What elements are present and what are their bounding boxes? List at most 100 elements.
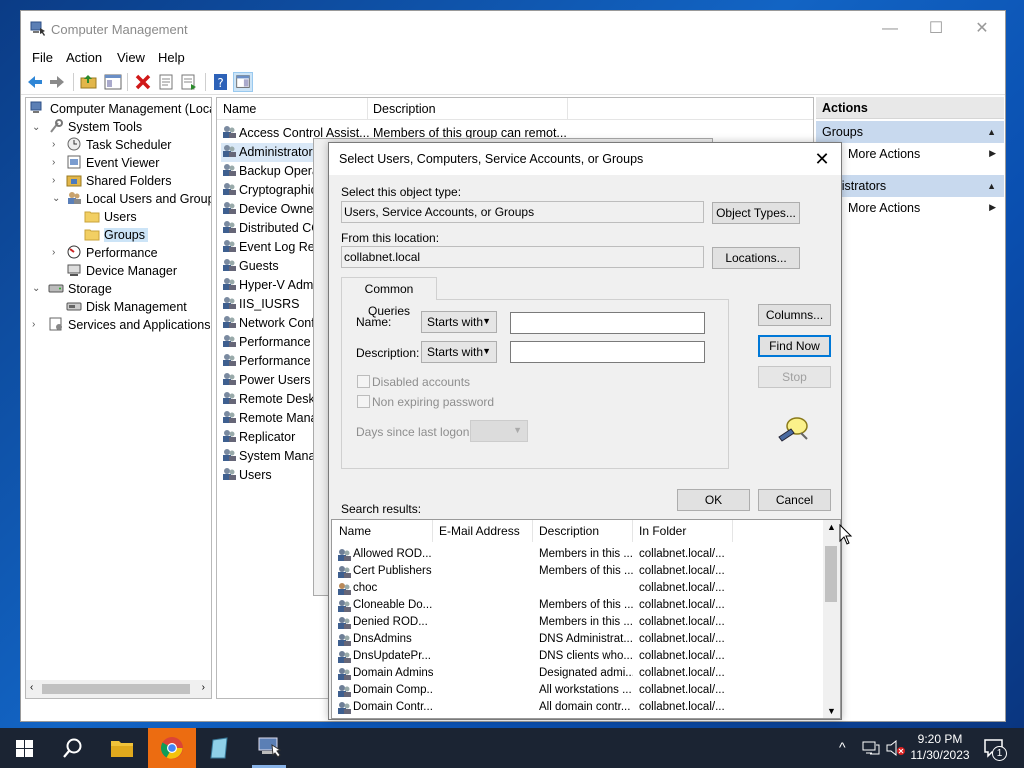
list-item[interactable]: Remote Deskto [221,390,325,409]
table-row[interactable]: Allowed ROD... Members in this ... collabn… [336,546,826,563]
collapse-chevron-icon[interactable]: ⌄ [32,283,40,294]
show-hidden-icons-chevron-icon[interactable]: ^ [839,739,846,755]
scroll-left-icon[interactable]: ‹ [30,682,33,693]
expand-chevron-icon[interactable]: › [52,139,55,150]
expand-chevron-icon[interactable]: › [32,319,35,330]
more-actions-administrators[interactable]: More Actions ▶ [816,199,1004,219]
locations-button[interactable]: Locations... [712,247,800,269]
list-item[interactable]: Hyper-V Admi [221,276,316,295]
tree-item-shared-folders[interactable]: Shared Folders [66,172,171,190]
dialog-title-bar[interactable]: Select Users, Computers, Service Account… [329,143,841,175]
list-item[interactable]: Network Confi [221,314,318,333]
minimize-button[interactable]: — [867,11,913,47]
table-row[interactable]: DnsUpdatePr... DNS clients who... collabne… [336,648,826,665]
menu-action[interactable]: Action [66,50,102,65]
tree-horizontal-scrollbar[interactable]: ‹ › [26,680,211,698]
tree-item-task-scheduler[interactable]: Task Scheduler [66,136,171,154]
taskbar-date[interactable]: 11/30/2023 [910,748,970,762]
tree-item-computer-management[interactable]: Computer Management (Local [30,100,211,118]
show-action-pane-icon[interactable] [233,72,253,92]
forward-arrow-icon[interactable] [47,72,67,92]
close-button[interactable]: ✕ [959,11,1005,47]
tree-item-performance[interactable]: Performance [66,244,158,262]
tab-common-queries[interactable]: Common Queries [341,277,437,318]
tree-item-storage[interactable]: Storage [48,280,112,298]
taskbar-time[interactable]: 9:20 PM [910,732,970,746]
dialog-close-icon[interactable]: ✕ [809,147,835,171]
properties-icon[interactable] [156,72,176,92]
collapse-chevron-icon[interactable]: ⌄ [32,122,40,133]
actions-group-administrators[interactable]: inistrators ▲ [816,175,1004,197]
list-item[interactable]: Users [221,466,272,485]
expand-chevron-icon[interactable]: › [52,175,55,186]
scroll-up-icon[interactable]: ▲ [827,522,836,532]
results-column-name[interactable]: Name [339,524,371,538]
non-expiring-password-checkbox[interactable] [357,395,370,408]
windows-start-icon[interactable] [16,740,33,757]
table-row[interactable]: DnsAdmins DNS Administrat... collabnet.loc… [336,631,826,648]
actions-group-groups[interactable]: Groups ▲ [816,121,1004,143]
scroll-right-icon[interactable]: › [202,682,205,693]
list-item[interactable]: Device Owners [221,200,324,219]
export-list-icon[interactable] [179,72,199,92]
more-actions-groups[interactable]: More Actions ▶ [816,145,1004,165]
title-bar[interactable]: Computer Management — ☐ ✕ [21,11,1005,47]
results-vertical-scrollbar[interactable]: ▲ ▼ [823,520,840,718]
list-item[interactable]: IIS_IUSRS [221,295,299,314]
search-icon[interactable] [62,737,84,759]
tree-item-device-manager[interactable]: Device Manager [66,262,177,280]
list-item[interactable]: Remote Mana [221,409,318,428]
menu-file[interactable]: File [32,50,53,65]
list-item[interactable]: Cryptographic [221,181,317,200]
results-column-description[interactable]: Description [539,524,599,538]
cancel-button[interactable]: Cancel [758,489,831,511]
list-item[interactable]: Distributed CO [221,219,321,238]
collapse-chevron-icon[interactable]: ⌄ [52,193,60,204]
tree-item-event-viewer[interactable]: Event Viewer [66,154,159,172]
show-hide-tree-icon[interactable] [103,72,123,92]
table-row[interactable]: Domain Admins Designated admi... collabnet… [336,665,826,682]
list-item[interactable]: System Manag [221,447,322,466]
scroll-thumb[interactable] [42,684,190,694]
column-header-name[interactable]: Name [223,102,256,116]
up-folder-icon[interactable] [79,72,99,92]
delete-icon[interactable] [133,72,153,92]
stop-button[interactable]: Stop [758,366,831,388]
table-row[interactable]: Cloneable Do... Members of this ... collab… [336,597,826,614]
description-input[interactable] [510,341,705,363]
tree-item-disk-management[interactable]: Disk Management [66,298,187,316]
name-input[interactable] [510,312,705,334]
menu-view[interactable]: View [117,50,145,65]
table-row[interactable]: choc collabnet.local/... [336,580,826,597]
list-item[interactable]: Replicator [221,428,295,447]
maximize-button[interactable]: ☐ [913,11,959,47]
days-since-logon-dropdown[interactable]: ▼ [470,420,528,442]
expand-chevron-icon[interactable]: › [52,247,55,258]
help-icon[interactable]: ? [211,72,231,92]
table-row[interactable]: Domain Comp... All workstations ... collab… [336,682,826,699]
table-row[interactable]: Domain Contr... All domain contr... collab… [336,699,826,716]
tree-item-system-tools[interactable]: System Tools [48,118,142,136]
tree-item-services-and-applications[interactable]: Services and Applications [48,316,210,334]
list-item[interactable]: Administrators [221,143,319,162]
ok-button[interactable]: OK [677,489,750,511]
chrome-taskbar-button[interactable] [148,728,196,768]
list-item[interactable]: Power Users [221,371,311,390]
disabled-accounts-checkbox[interactable] [357,375,370,388]
results-column-email[interactable]: E-Mail Address [439,524,520,538]
list-item[interactable]: Guests [221,257,279,276]
collapse-triangle-icon[interactable]: ▲ [987,175,996,197]
list-item[interactable]: Performance M [221,352,324,371]
tree-item-users[interactable]: Users [84,208,137,226]
collapse-triangle-icon[interactable]: ▲ [987,121,996,143]
back-arrow-icon[interactable] [25,72,45,92]
list-item[interactable]: Event Log Rea [221,238,322,257]
object-types-button[interactable]: Object Types... [712,202,800,224]
find-now-button[interactable]: Find Now [758,335,831,357]
tree-item-groups[interactable]: Groups [84,226,148,244]
table-row[interactable]: Denied ROD... Members in this ... collabne… [336,614,826,631]
notepad-app-icon[interactable] [208,736,232,760]
results-column-folder[interactable]: In Folder [639,524,686,538]
description-match-dropdown[interactable]: Starts with ▼ [421,341,497,363]
tree-item-local-users-and-groups[interactable]: Local Users and Groups [66,190,211,208]
